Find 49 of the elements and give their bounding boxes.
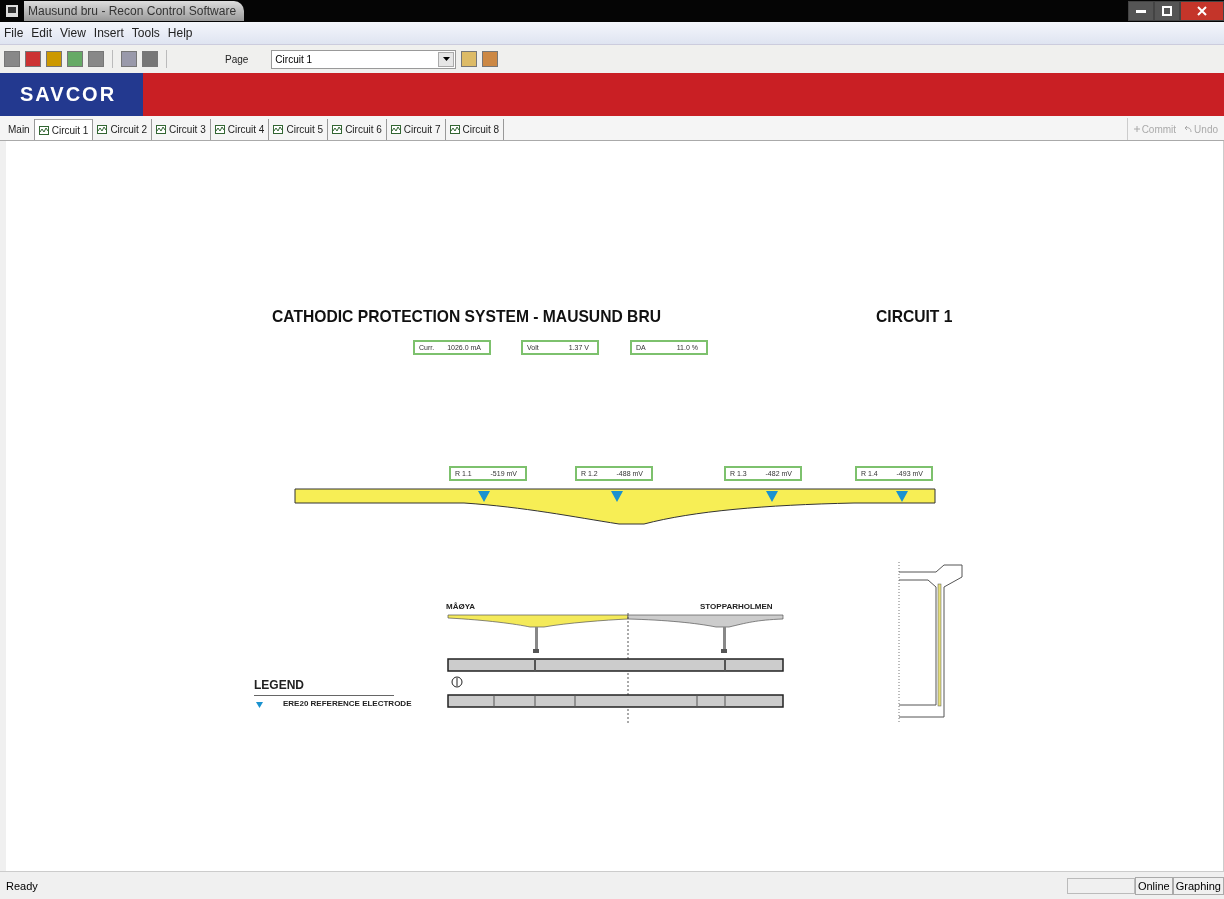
graph-icon xyxy=(273,125,284,134)
status-text: Ready xyxy=(6,879,38,892)
menu-item[interactable]: Help xyxy=(167,26,193,40)
plus-icon xyxy=(1133,126,1140,132)
status-panel: Graphing xyxy=(1172,876,1224,895)
menu-item[interactable]: View xyxy=(60,26,86,40)
toolbar-icon[interactable] xyxy=(88,51,104,67)
tab[interactable]: Circuit 1 xyxy=(34,119,94,140)
legend-item: ERE20 REFERENCE ELECTRODE xyxy=(283,699,412,708)
circuit-title: CIRCUIT 1 xyxy=(876,307,953,327)
restore-icon xyxy=(1162,6,1172,16)
toolbar-icon[interactable] xyxy=(46,51,62,67)
electrode-icon xyxy=(896,491,908,502)
menu-item[interactable]: Insert xyxy=(93,26,124,40)
restore-button[interactable] xyxy=(1154,1,1180,21)
toolbar-icon[interactable] xyxy=(4,51,20,67)
electrode-icon xyxy=(766,491,778,502)
graph-icon xyxy=(332,125,343,134)
electrode-icon xyxy=(256,702,263,708)
status-panel: Online xyxy=(1134,876,1173,895)
app-icon xyxy=(6,5,18,17)
graph-icon xyxy=(156,125,167,134)
logo: SAVCOR xyxy=(20,83,117,106)
close-button[interactable] xyxy=(1180,1,1224,21)
menu-item[interactable]: Edit xyxy=(31,26,53,40)
window-title: Mausund bru - Recon Control Software xyxy=(24,1,245,21)
toolbar-icon[interactable] xyxy=(67,51,83,67)
graph-icon xyxy=(214,125,225,134)
graph-icon xyxy=(449,125,460,134)
graph-icon xyxy=(390,125,401,134)
electrode-icon xyxy=(478,491,490,502)
status-panel xyxy=(1066,877,1135,894)
minimize-icon xyxy=(1136,9,1146,13)
span-label: MÅØYA xyxy=(446,602,476,611)
toolbar-icon[interactable] xyxy=(25,51,41,67)
close-icon xyxy=(1197,6,1207,16)
graph-icon xyxy=(97,125,108,134)
undo-icon xyxy=(1184,126,1193,132)
diagram-title: CATHODIC PROTECTION SYSTEM - MAUSUND BRU xyxy=(272,307,661,327)
legend-title: LEGEND xyxy=(254,678,304,692)
caret-icon xyxy=(442,57,450,61)
page-select[interactable]: Circuit 1 xyxy=(271,49,457,69)
span-label: STOPPARHOLMEN xyxy=(700,602,773,611)
electrode-icon xyxy=(611,491,623,502)
menu-item[interactable]: Tools xyxy=(131,26,160,40)
page-label: Page xyxy=(225,53,249,65)
graph-icon xyxy=(38,125,49,135)
minimize-button[interactable] xyxy=(1128,1,1154,21)
menu-item[interactable]: File xyxy=(4,26,24,40)
